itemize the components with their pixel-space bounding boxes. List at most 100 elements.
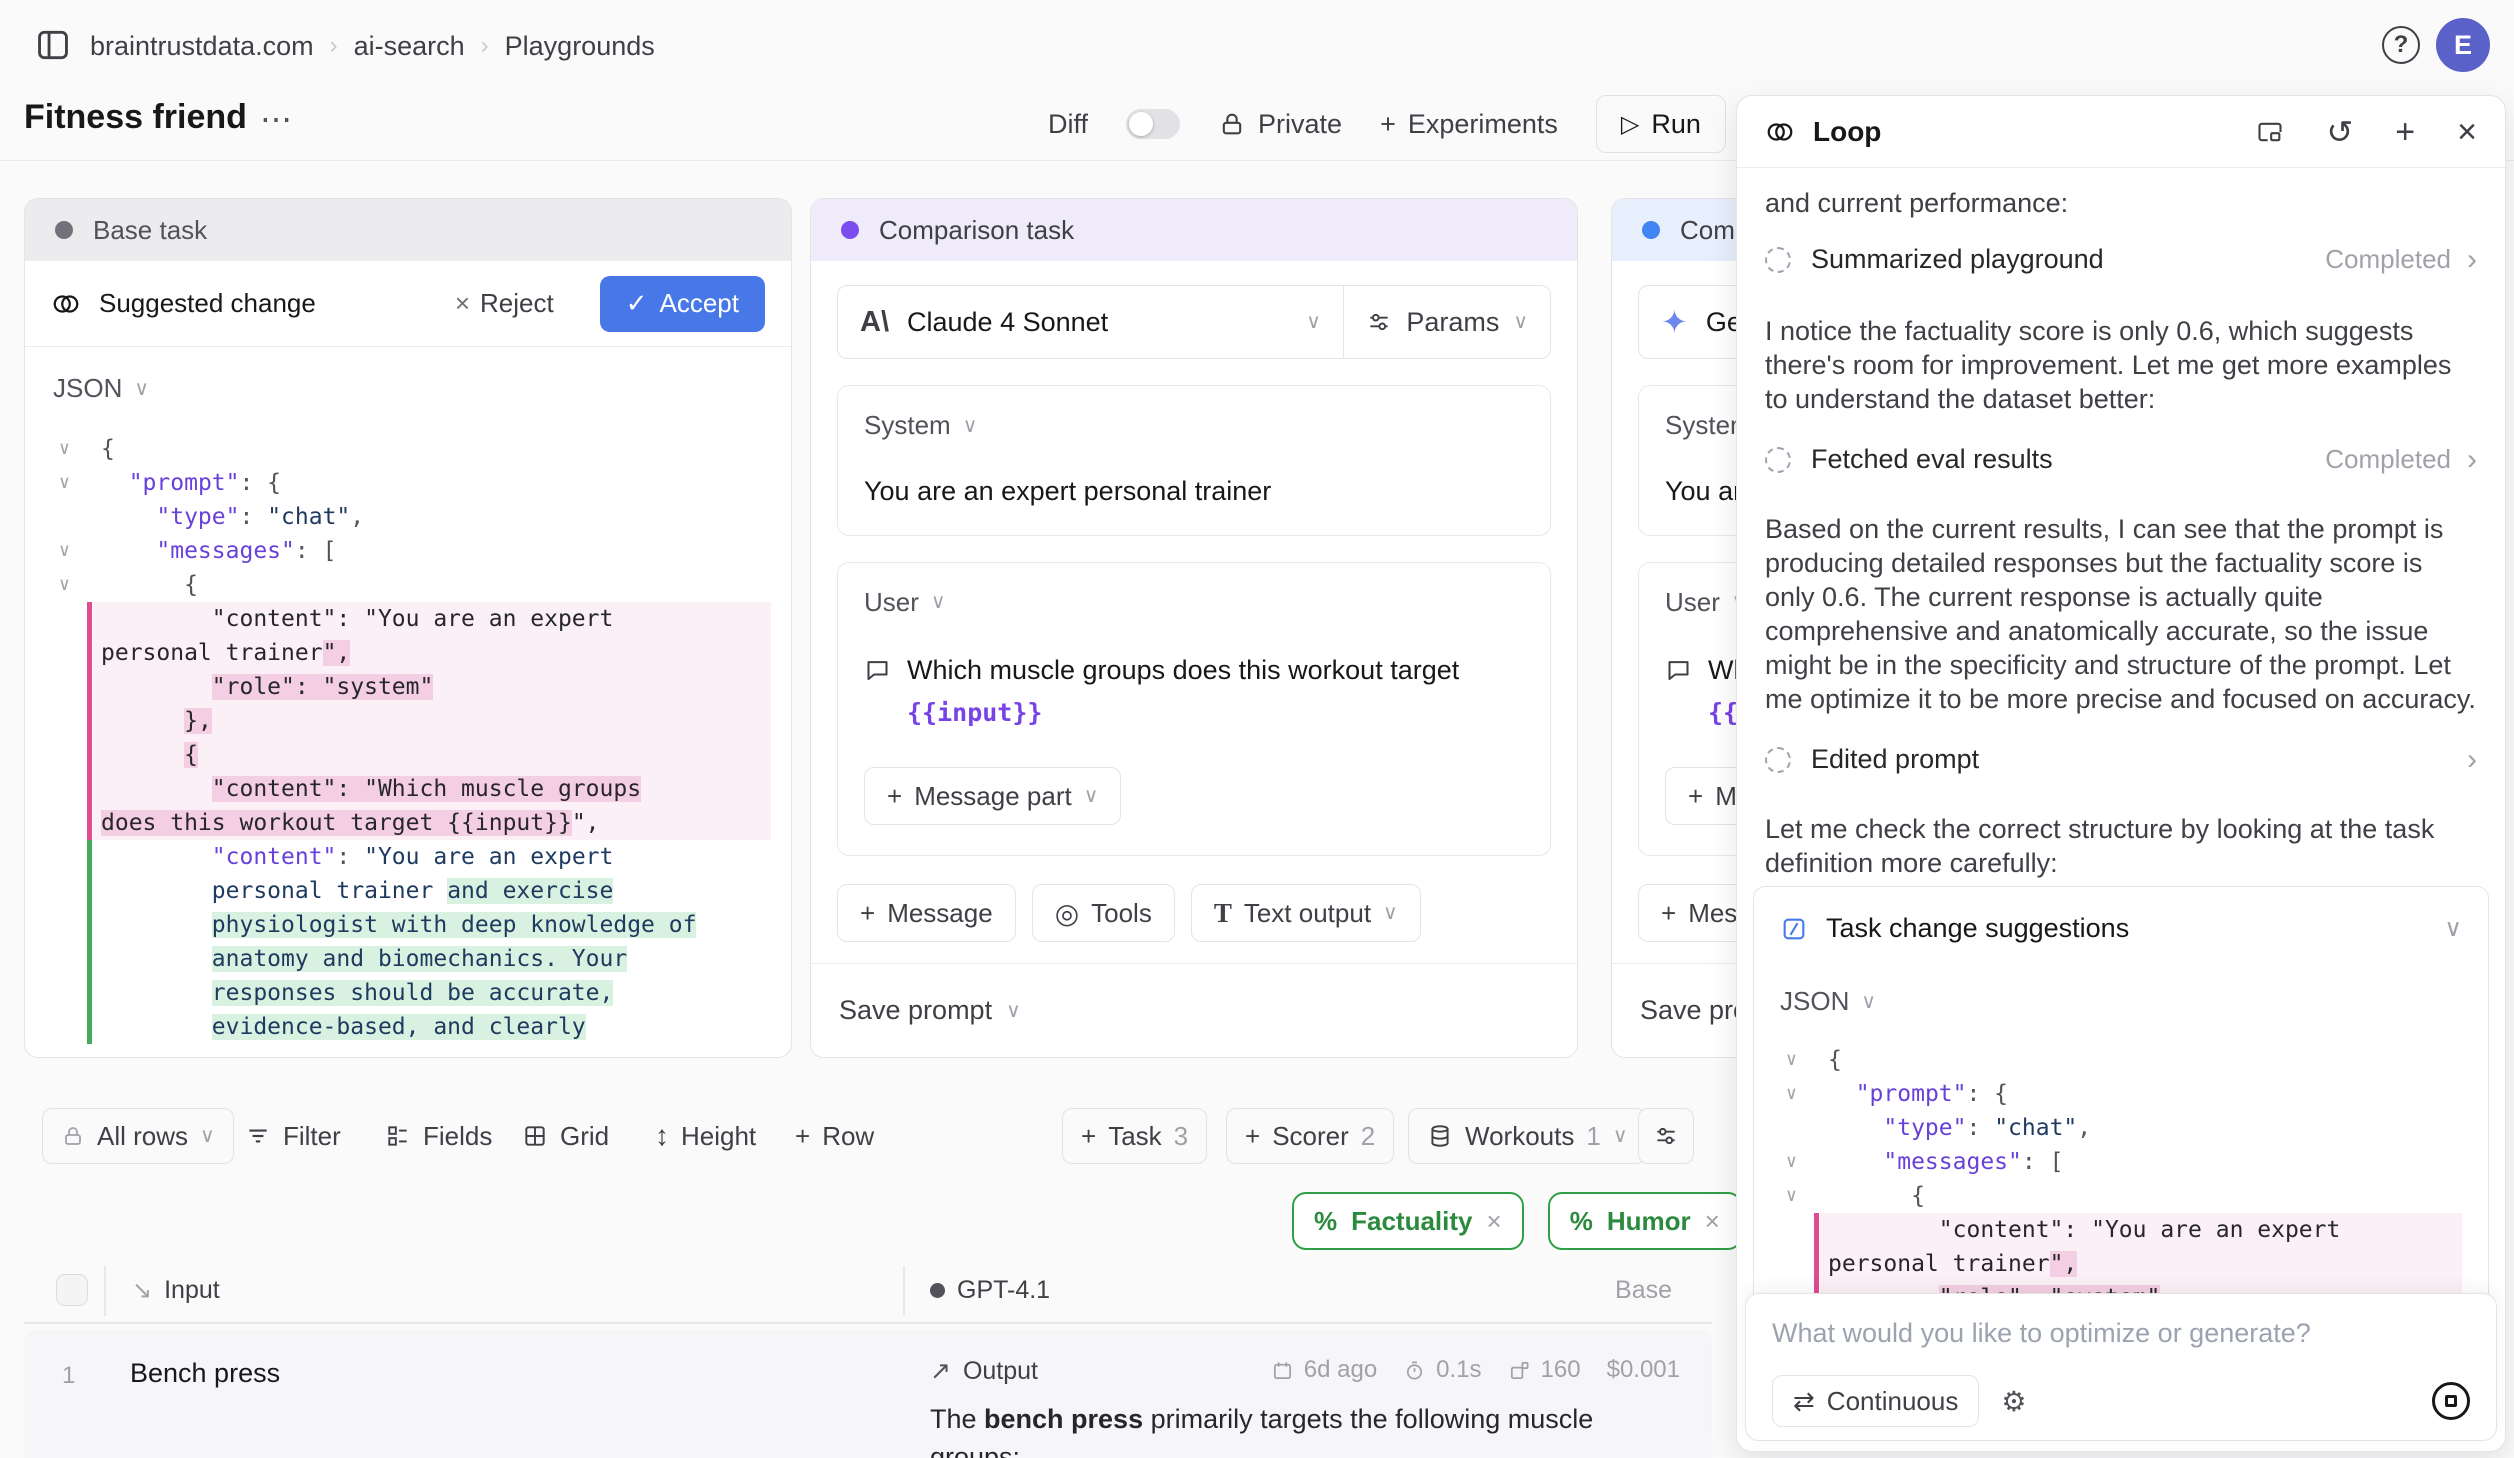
- close-icon[interactable]: ×: [2457, 115, 2477, 149]
- loop-step-summarized-playground[interactable]: Summarized playground Completed ›: [1765, 244, 2477, 275]
- save-prompt-button[interactable]: Save prompt ∨: [811, 963, 1577, 1057]
- fold-chevron-icon[interactable]: [1780, 1111, 1820, 1145]
- fold-chevron-icon[interactable]: [1780, 1213, 1820, 1247]
- model-select[interactable]: A\ Claude 4 Sonnet ∨: [838, 286, 1343, 358]
- breadcrumb-org[interactable]: braintrustdata.com: [90, 31, 314, 62]
- fold-chevron-icon[interactable]: [53, 704, 93, 738]
- column-header-model[interactable]: GPT-4.1: [930, 1276, 1050, 1305]
- arrow-in-icon: ↘: [132, 1276, 152, 1305]
- help-icon[interactable]: ?: [2382, 26, 2420, 64]
- params-button[interactable]: Params ∨: [1344, 286, 1550, 358]
- card-title: Task change suggestions: [1826, 913, 2129, 944]
- user-message-card[interactable]: User ∨ Which muscle groups does this wor…: [837, 562, 1551, 857]
- chevron-down-icon[interactable]: ∨: [2444, 917, 2462, 941]
- fold-chevron-icon[interactable]: [53, 840, 93, 874]
- private-button[interactable]: Private: [1218, 109, 1342, 140]
- dataset-select[interactable]: Workouts 1 ∨: [1408, 1108, 1646, 1164]
- scorer-badge-factuality[interactable]: % Factuality ×: [1292, 1192, 1524, 1250]
- fold-chevron-icon[interactable]: [53, 738, 93, 772]
- stop-button[interactable]: [2432, 1382, 2470, 1420]
- fold-chevron-icon[interactable]: [53, 1010, 93, 1044]
- user-message-text[interactable]: Which muscle groups does this workout ta…: [907, 650, 1524, 734]
- fold-chevron-icon[interactable]: [53, 670, 93, 704]
- row-input-cell[interactable]: Bench press: [130, 1358, 280, 1389]
- fold-chevron-icon[interactable]: [53, 908, 93, 942]
- fold-chevron-icon[interactable]: [53, 874, 93, 908]
- column-header-input[interactable]: ↘ Input: [132, 1276, 220, 1305]
- fold-chevron-icon[interactable]: [53, 942, 93, 976]
- fold-chevron-icon[interactable]: ∨: [53, 534, 93, 568]
- tools-button[interactable]: ◎ Tools: [1032, 884, 1175, 942]
- step-status-icon: [1765, 447, 1791, 473]
- check-icon: ✓: [626, 288, 648, 319]
- loop-step-edited-prompt[interactable]: Edited prompt ›: [1765, 744, 2477, 775]
- fold-chevron-icon[interactable]: [1780, 1247, 1820, 1281]
- fold-chevron-icon[interactable]: ∨: [53, 568, 93, 602]
- gear-icon[interactable]: ⚙: [2001, 1385, 2026, 1418]
- comparison-task-header: Comparison task: [811, 199, 1577, 261]
- text-output-button[interactable]: T Text output ∨: [1191, 884, 1421, 942]
- fold-chevron-icon[interactable]: ∨: [1780, 1179, 1820, 1213]
- system-role-select[interactable]: System ∨: [864, 410, 1524, 441]
- code-text: personal trainer",: [93, 636, 771, 670]
- row-output-label[interactable]: ↗ Output: [930, 1356, 1038, 1386]
- fold-chevron-icon[interactable]: [53, 500, 93, 534]
- add-message-part-button[interactable]: + Message part ∨: [864, 767, 1121, 825]
- all-rows-select[interactable]: All rows ∨: [42, 1108, 234, 1164]
- fold-chevron-icon[interactable]: [53, 806, 93, 840]
- select-all-checkbox[interactable]: [56, 1274, 88, 1306]
- diff-icon: [1780, 915, 1808, 943]
- fold-chevron-icon[interactable]: ∨: [1780, 1043, 1820, 1077]
- fields-button[interactable]: Fields: [385, 1108, 492, 1164]
- pip-icon[interactable]: [2256, 118, 2284, 146]
- title-menu-icon[interactable]: ⋯: [260, 100, 294, 138]
- base-column-tag: Base: [1560, 1276, 1672, 1305]
- add-scorer-button[interactable]: + Scorer 2: [1226, 1108, 1394, 1164]
- format-select[interactable]: JSON ∨: [1780, 986, 2462, 1017]
- remove-scorer-icon[interactable]: ×: [1487, 1206, 1502, 1237]
- filter-icon: [245, 1123, 271, 1149]
- breadcrumb-project[interactable]: ai-search: [354, 31, 465, 62]
- system-message-text[interactable]: You are an expert personal trainer: [864, 473, 1524, 511]
- sidebar-toggle-icon[interactable]: [34, 26, 72, 64]
- continuous-mode-button[interactable]: ⇄ Continuous: [1772, 1375, 1979, 1427]
- fold-chevron-icon[interactable]: ∨: [1780, 1077, 1820, 1111]
- fold-chevron-icon[interactable]: [53, 772, 93, 806]
- filter-button[interactable]: Filter: [245, 1108, 341, 1164]
- json-diff-editor[interactable]: ∨ { ∨ "prompt": { "type": "chat",: [53, 432, 771, 1044]
- code-line: ∨ {: [53, 432, 771, 466]
- code-text: responses should be accurate,: [93, 976, 771, 1010]
- avatar[interactable]: E: [2436, 18, 2490, 72]
- history-icon[interactable]: ↺: [2326, 116, 2353, 148]
- fold-chevron-icon[interactable]: [53, 636, 93, 670]
- loop-step-fetched-eval-results[interactable]: Fetched eval results Completed ›: [1765, 444, 2477, 475]
- scorer-count: 2: [1361, 1121, 1375, 1152]
- fold-chevron-icon[interactable]: [53, 602, 93, 636]
- add-row-button[interactable]: + Row: [795, 1108, 874, 1164]
- system-message-card[interactable]: System ∨ You are an expert personal trai…: [837, 385, 1551, 536]
- row-output-cell[interactable]: The bench press primarily targets the fo…: [930, 1400, 1690, 1458]
- fold-chevron-icon[interactable]: [53, 976, 93, 1010]
- fold-chevron-icon[interactable]: ∨: [53, 432, 93, 466]
- add-message-button[interactable]: + Message: [837, 884, 1016, 942]
- breadcrumb-page[interactable]: Playgrounds: [505, 31, 655, 62]
- fold-chevron-icon[interactable]: ∨: [53, 466, 93, 500]
- fold-chevron-icon[interactable]: ∨: [1780, 1145, 1820, 1179]
- reject-button[interactable]: × Reject: [455, 288, 554, 319]
- remove-scorer-icon[interactable]: ×: [1705, 1206, 1720, 1237]
- grid-button[interactable]: Grid: [522, 1108, 609, 1164]
- format-select[interactable]: JSON ∨: [53, 373, 771, 404]
- diff-toggle[interactable]: [1126, 109, 1180, 139]
- table-settings-button[interactable]: [1638, 1108, 1694, 1164]
- height-button[interactable]: ↕ Height: [655, 1108, 756, 1164]
- loop-chat-input[interactable]: What would you like to optimize or gener…: [1745, 1293, 2497, 1441]
- accept-button[interactable]: ✓ Accept: [600, 276, 765, 332]
- scorer-badge-humor[interactable]: % Humor ×: [1548, 1192, 1742, 1250]
- swap-icon: ⇄: [1793, 1386, 1815, 1417]
- user-role-select[interactable]: User ∨: [864, 587, 1524, 618]
- new-session-icon[interactable]: +: [2395, 115, 2415, 149]
- experiments-button[interactable]: + Experiments: [1380, 109, 1558, 140]
- run-button[interactable]: ▷ Run: [1596, 95, 1726, 153]
- loop-message-text: I notice the factuality score is only 0.…: [1765, 314, 2477, 416]
- add-task-button[interactable]: + Task 3: [1062, 1108, 1207, 1164]
